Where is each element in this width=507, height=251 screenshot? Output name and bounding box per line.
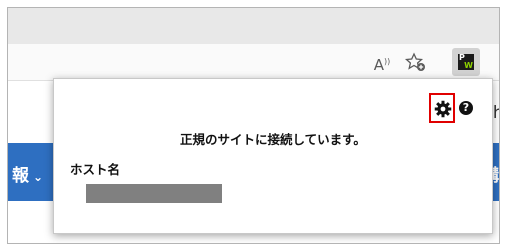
extension-popup: ? 正規のサイトに接続しています。 ホスト名 — [53, 78, 493, 234]
read-aloud-icon[interactable]: A)) — [370, 51, 394, 74]
screenshot-frame: A)) P W sh 報⌄ 構入 — [7, 7, 500, 244]
chevron-down-icon: ⌄ — [33, 170, 44, 184]
connection-status-message: 正規のサイトに接続しています。 — [180, 132, 366, 147]
gear-icon — [434, 100, 452, 118]
nav-item-left[interactable]: 報 ⌄ — [12, 161, 43, 186]
help-icon[interactable]: ? — [459, 101, 473, 115]
favorite-star-icon[interactable] — [404, 51, 428, 73]
browser-toolbar: A)) P W — [8, 44, 499, 81]
extension-logo-bottom: W — [464, 61, 473, 70]
host-name-value-redacted — [86, 184, 222, 203]
browser-tab-strip — [8, 8, 499, 44]
settings-button[interactable] — [429, 93, 455, 123]
read-aloud-waves: )) — [384, 57, 391, 66]
nav-item-left-label: 報 — [12, 166, 29, 186]
extension-icon[interactable]: P W — [452, 48, 480, 76]
extension-logo: P W — [458, 54, 474, 70]
host-name-label: ホスト名 — [70, 162, 121, 177]
read-aloud-label: A — [373, 56, 384, 74]
